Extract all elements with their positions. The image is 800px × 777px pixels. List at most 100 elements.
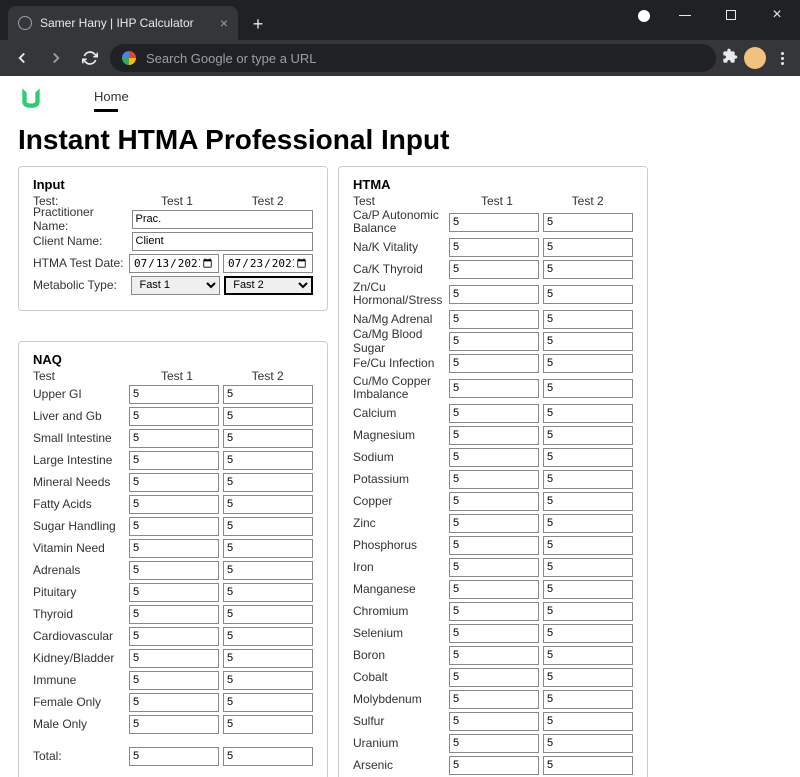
htma-test2-input[interactable]	[543, 712, 633, 731]
naq-test1-input[interactable]	[129, 407, 219, 426]
naq-test1-input[interactable]	[129, 715, 219, 734]
htma-test1-input[interactable]	[449, 624, 539, 643]
htma-test2-input[interactable]	[543, 379, 633, 398]
naq-test2-input[interactable]	[223, 583, 313, 602]
htma-test2-input[interactable]	[543, 492, 633, 511]
nav-home[interactable]: Home	[94, 89, 129, 106]
naq-test1-input[interactable]	[129, 605, 219, 624]
htma-test1-input[interactable]	[449, 213, 539, 232]
date1-input[interactable]	[129, 254, 219, 273]
naq-test1-input[interactable]	[129, 649, 219, 668]
browser-tab[interactable]: Samer Hany | IHP Calculator ×	[8, 6, 238, 40]
htma-test1-input[interactable]	[449, 514, 539, 533]
htma-test1-input[interactable]	[449, 756, 539, 775]
naq-test1-input[interactable]	[129, 627, 219, 646]
naq-test2-input[interactable]	[223, 385, 313, 404]
htma-test2-input[interactable]	[543, 580, 633, 599]
htma-test1-input[interactable]	[449, 536, 539, 555]
minimize-button[interactable]	[662, 0, 708, 30]
naq-total2-input[interactable]	[223, 747, 313, 766]
htma-test1-input[interactable]	[449, 492, 539, 511]
new-tab-button[interactable]: +	[244, 10, 272, 38]
naq-test1-input[interactable]	[129, 539, 219, 558]
htma-test1-input[interactable]	[449, 690, 539, 709]
htma-test1-input[interactable]	[449, 379, 539, 398]
naq-test2-input[interactable]	[223, 473, 313, 492]
htma-test1-input[interactable]	[449, 404, 539, 423]
htma-test2-input[interactable]	[543, 260, 633, 279]
naq-test2-input[interactable]	[223, 539, 313, 558]
htma-test2-input[interactable]	[543, 668, 633, 687]
htma-test1-input[interactable]	[449, 558, 539, 577]
metabolic2-select[interactable]: Fast 2	[224, 276, 313, 295]
htma-test2-input[interactable]	[543, 624, 633, 643]
naq-test1-input[interactable]	[129, 473, 219, 492]
htma-test1-input[interactable]	[449, 285, 539, 304]
naq-test2-input[interactable]	[223, 649, 313, 668]
naq-test1-input[interactable]	[129, 451, 219, 470]
naq-test2-input[interactable]	[223, 605, 313, 624]
naq-test2-input[interactable]	[223, 693, 313, 712]
htma-test2-input[interactable]	[543, 448, 633, 467]
naq-test2-input[interactable]	[223, 561, 313, 580]
htma-test2-input[interactable]	[543, 558, 633, 577]
htma-test1-input[interactable]	[449, 238, 539, 257]
maximize-button[interactable]	[708, 0, 754, 30]
back-button[interactable]	[8, 44, 36, 72]
htma-test2-input[interactable]	[543, 285, 633, 304]
htma-test2-input[interactable]	[543, 354, 633, 373]
naq-test2-input[interactable]	[223, 495, 313, 514]
htma-test2-input[interactable]	[543, 238, 633, 257]
extensions-icon[interactable]	[722, 48, 738, 69]
htma-test1-input[interactable]	[449, 332, 539, 351]
htma-test1-input[interactable]	[449, 668, 539, 687]
page-viewport[interactable]: Home Instant HTMA Professional Input Inp…	[0, 76, 800, 777]
naq-test2-input[interactable]	[223, 715, 313, 734]
htma-test2-input[interactable]	[543, 602, 633, 621]
htma-test1-input[interactable]	[449, 354, 539, 373]
htma-test2-input[interactable]	[543, 536, 633, 555]
address-bar[interactable]: Search Google or type a URL	[110, 44, 716, 72]
htma-test1-input[interactable]	[449, 426, 539, 445]
naq-test2-input[interactable]	[223, 407, 313, 426]
naq-test1-input[interactable]	[129, 385, 219, 404]
htma-test1-input[interactable]	[449, 712, 539, 731]
htma-test1-input[interactable]	[449, 470, 539, 489]
htma-test1-input[interactable]	[449, 646, 539, 665]
htma-test1-input[interactable]	[449, 448, 539, 467]
htma-test2-input[interactable]	[543, 734, 633, 753]
naq-test2-input[interactable]	[223, 429, 313, 448]
htma-test2-input[interactable]	[543, 470, 633, 489]
naq-test1-input[interactable]	[129, 583, 219, 602]
reload-button[interactable]	[76, 44, 104, 72]
naq-test1-input[interactable]	[129, 495, 219, 514]
naq-test1-input[interactable]	[129, 671, 219, 690]
htma-test2-input[interactable]	[543, 646, 633, 665]
naq-total1-input[interactable]	[129, 747, 219, 766]
htma-test2-input[interactable]	[543, 426, 633, 445]
naq-test2-input[interactable]	[223, 517, 313, 536]
date2-input[interactable]	[223, 254, 313, 273]
naq-test1-input[interactable]	[129, 429, 219, 448]
browser-menu-icon[interactable]	[772, 52, 792, 65]
forward-button[interactable]	[42, 44, 70, 72]
htma-test2-input[interactable]	[543, 332, 633, 351]
htma-test1-input[interactable]	[449, 310, 539, 329]
naq-test1-input[interactable]	[129, 693, 219, 712]
htma-test2-input[interactable]	[543, 514, 633, 533]
close-tab-icon[interactable]: ×	[220, 15, 228, 31]
practitioner-input[interactable]	[132, 210, 313, 229]
htma-test2-input[interactable]	[543, 690, 633, 709]
naq-test2-input[interactable]	[223, 671, 313, 690]
naq-test2-input[interactable]	[223, 627, 313, 646]
metabolic1-select[interactable]: Fast 1	[131, 276, 220, 295]
client-input[interactable]	[132, 232, 313, 251]
close-window-button[interactable]: ×	[754, 0, 800, 30]
htma-test1-input[interactable]	[449, 580, 539, 599]
naq-test1-input[interactable]	[129, 517, 219, 536]
htma-test2-input[interactable]	[543, 213, 633, 232]
htma-test1-input[interactable]	[449, 602, 539, 621]
naq-test1-input[interactable]	[129, 561, 219, 580]
htma-test2-input[interactable]	[543, 404, 633, 423]
profile-avatar[interactable]	[744, 47, 766, 69]
